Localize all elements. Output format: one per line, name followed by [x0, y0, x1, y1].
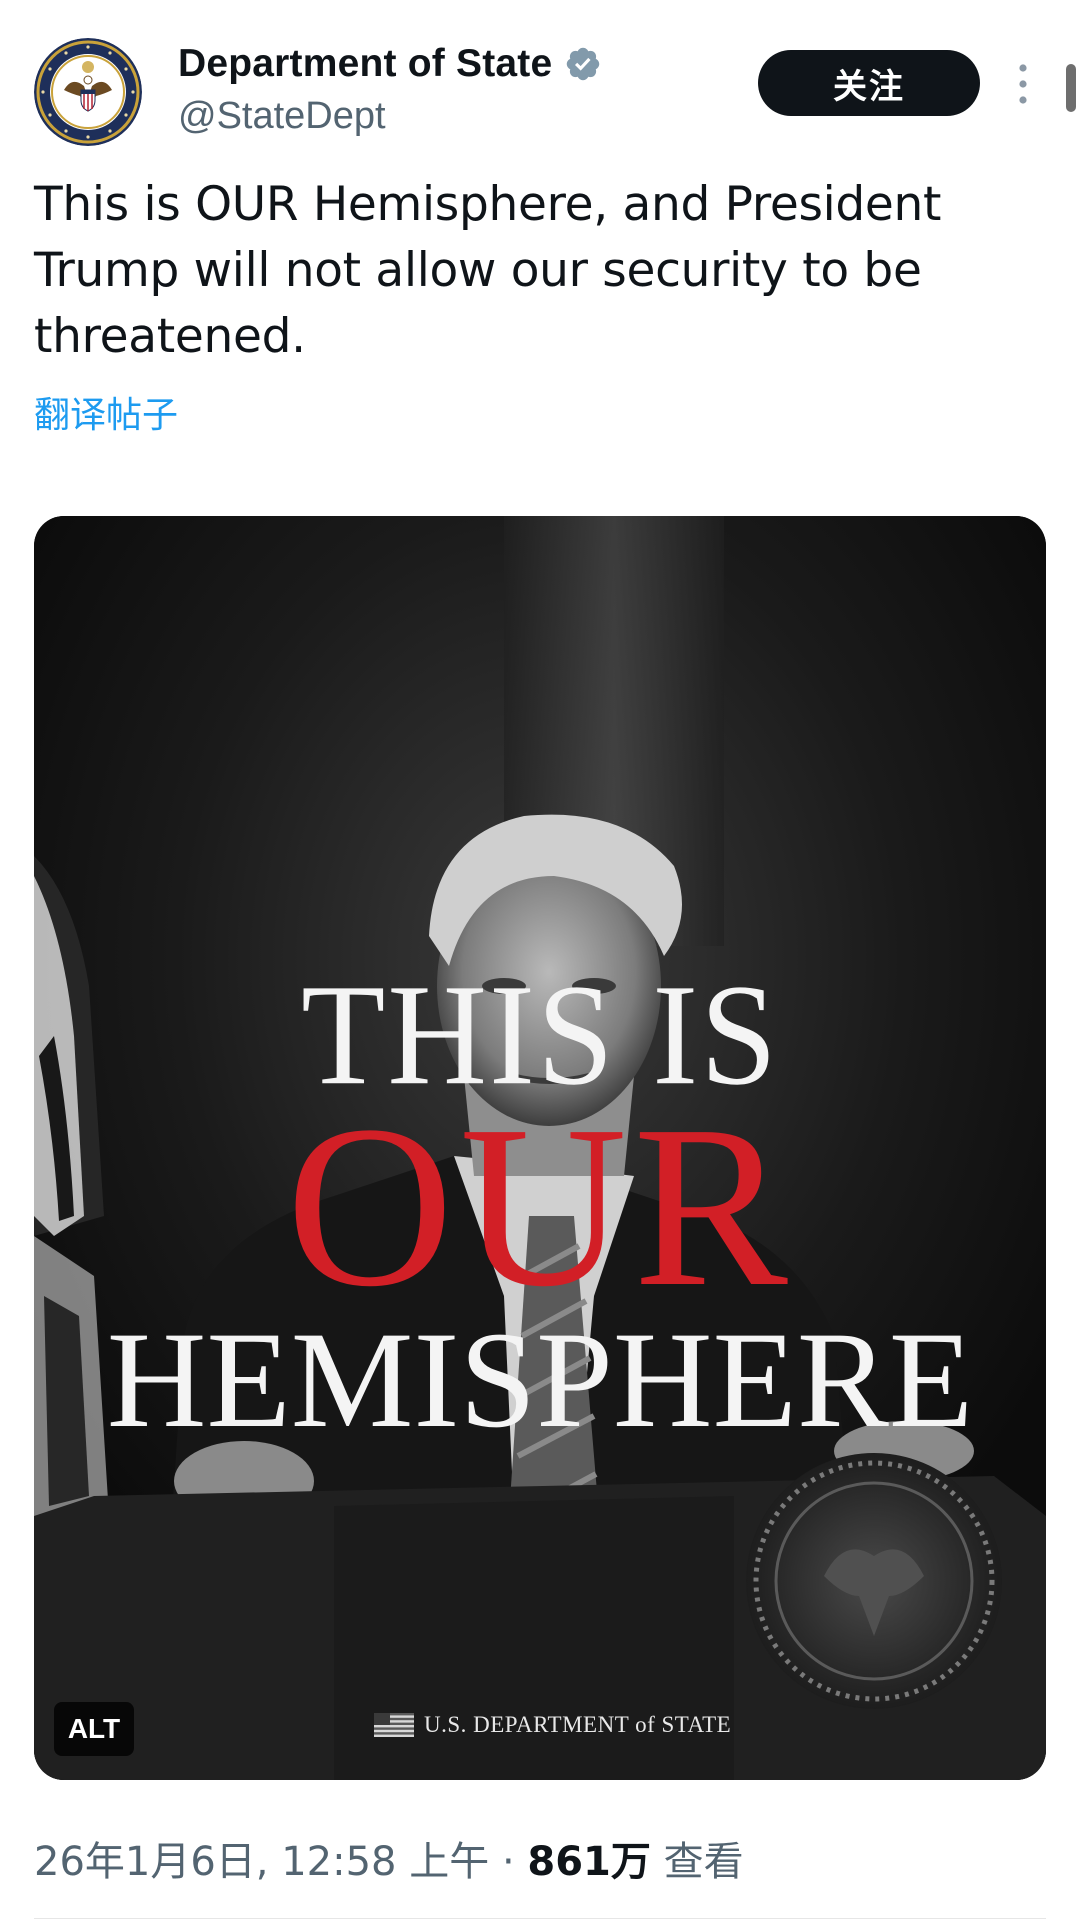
post-meta: 26年1月6日, 12:58 上午 · 861万 查看: [34, 1836, 744, 1888]
poster-headline-line3: HEMISPHERE: [106, 1303, 974, 1456]
post-page: Department of State @StateDept 关注 This i…: [0, 0, 1080, 1923]
views-count: 861万: [527, 1839, 651, 1885]
meta-separator: ·: [501, 1839, 515, 1885]
state-seal-icon: [34, 38, 142, 146]
scrollbar-thumb[interactable]: [1066, 64, 1076, 112]
post-media-image[interactable]: THIS IS OUR HEMISPHERE U.S. DEPARTMENT o…: [34, 516, 1046, 1780]
author-avatar[interactable]: [34, 38, 142, 146]
watermark-text: U.S. DEPARTMENT of STATE: [424, 1712, 732, 1737]
verified-badge-icon: [567, 47, 600, 81]
author-handle[interactable]: @StateDept: [178, 92, 602, 140]
poster-headline-line2: OUR: [286, 1078, 794, 1335]
views-label: 查看: [663, 1839, 744, 1885]
translate-post-link[interactable]: 翻译帖子: [34, 392, 178, 440]
us-flag-icon: [374, 1713, 414, 1737]
follow-button[interactable]: 关注: [758, 50, 980, 116]
author-info: Department of State @StateDept: [178, 38, 602, 140]
bottom-divider: [34, 1918, 1046, 1919]
alt-text-badge[interactable]: ALT: [54, 1702, 134, 1756]
post-text: This is OUR Hemisphere, and President Tr…: [34, 177, 942, 364]
author-display-name[interactable]: Department of State: [178, 38, 552, 90]
more-vertical-icon[interactable]: [1010, 62, 1036, 106]
display-name-row: Department of State: [178, 38, 602, 90]
poster-watermark: U.S. DEPARTMENT of STATE: [374, 1712, 731, 1738]
post-timestamp[interactable]: 26年1月6日, 12:58 上午: [34, 1839, 489, 1885]
